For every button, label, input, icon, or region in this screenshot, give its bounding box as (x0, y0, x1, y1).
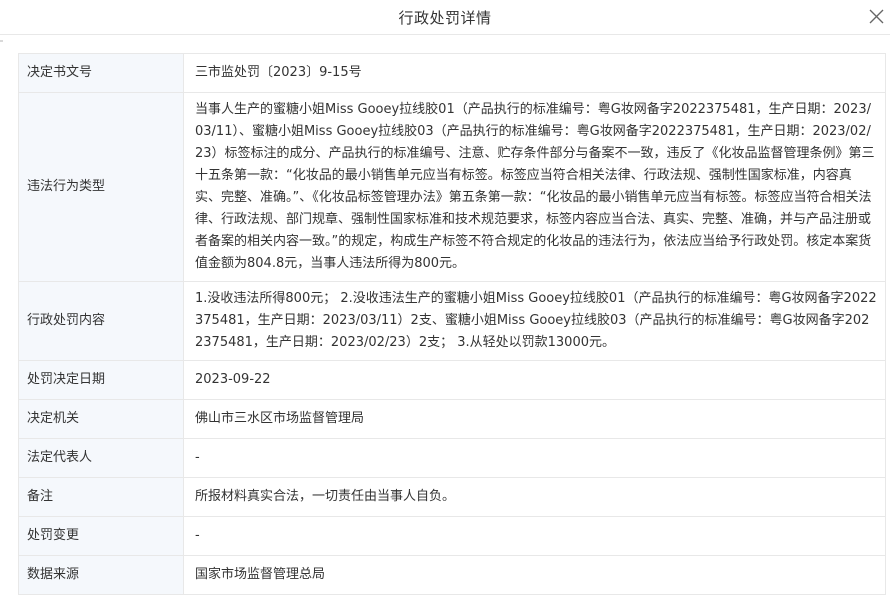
dialog-title: 行政处罚详情 (398, 9, 492, 27)
row-value-decision-number: 三市监处罚〔2023〕9-15号 (183, 53, 886, 93)
penalty-detail-dialog: 行政处罚详情 决定书文号 三市监处罚〔2023〕9-15号 违法行为类型 当事人… (0, 0, 890, 608)
row-label-remarks: 备注 (18, 477, 184, 517)
row-label-decision-date: 处罚决定日期 (18, 360, 184, 400)
detail-table: 决定书文号 三市监处罚〔2023〕9-15号 违法行为类型 当事人生产的蜜糖小姐… (18, 53, 886, 595)
row-label-penalty-change: 处罚变更 (18, 516, 184, 556)
table-row: 处罚变更 - (18, 516, 886, 556)
row-value-penalty-change: - (183, 516, 886, 556)
row-label-legal-representative: 法定代表人 (18, 438, 184, 478)
row-label-data-source: 数据来源 (18, 555, 184, 595)
table-row: 决定机关 佛山市三水区市场监督管理局 (18, 399, 886, 439)
row-label-decision-number: 决定书文号 (18, 53, 184, 93)
table-row: 法定代表人 - (18, 438, 886, 478)
table-row: 处罚决定日期 2023-09-22 (18, 360, 886, 400)
table-row: 行政处罚内容 1.没收违法所得800元； 2.没收违法生产的蜜糖小姐Miss G… (18, 281, 886, 361)
row-value-violation-type: 当事人生产的蜜糖小姐Miss Gooey拉线胶01（产品执行的标准编号：粤G妆网… (183, 92, 886, 282)
row-value-authority: 佛山市三水区市场监督管理局 (183, 399, 886, 439)
table-row: 决定书文号 三市监处罚〔2023〕9-15号 (18, 53, 886, 93)
row-value-penalty-content: 1.没收违法所得800元； 2.没收违法生产的蜜糖小姐Miss Gooey拉线胶… (183, 281, 886, 361)
row-value-decision-date: 2023-09-22 (183, 360, 886, 400)
row-label-violation-type: 违法行为类型 (18, 92, 184, 282)
row-value-data-source: 国家市场监督管理总局 (183, 555, 886, 595)
table-row: 数据来源 国家市场监督管理总局 (18, 555, 886, 595)
close-icon[interactable] (866, 6, 886, 26)
table-row: 违法行为类型 当事人生产的蜜糖小姐Miss Gooey拉线胶01（产品执行的标准… (18, 92, 886, 282)
row-label-authority: 决定机关 (18, 399, 184, 439)
row-value-legal-representative: - (183, 438, 886, 478)
detail-table-container: 决定书文号 三市监处罚〔2023〕9-15号 违法行为类型 当事人生产的蜜糖小姐… (18, 53, 886, 595)
row-label-penalty-content: 行政处罚内容 (18, 281, 184, 361)
dialog-header: 行政处罚详情 (0, 0, 890, 35)
edge-mark (0, 40, 3, 42)
row-value-remarks: 所报材料真实合法，一切责任由当事人自负。 (183, 477, 886, 517)
table-row: 备注 所报材料真实合法，一切责任由当事人自负。 (18, 477, 886, 517)
